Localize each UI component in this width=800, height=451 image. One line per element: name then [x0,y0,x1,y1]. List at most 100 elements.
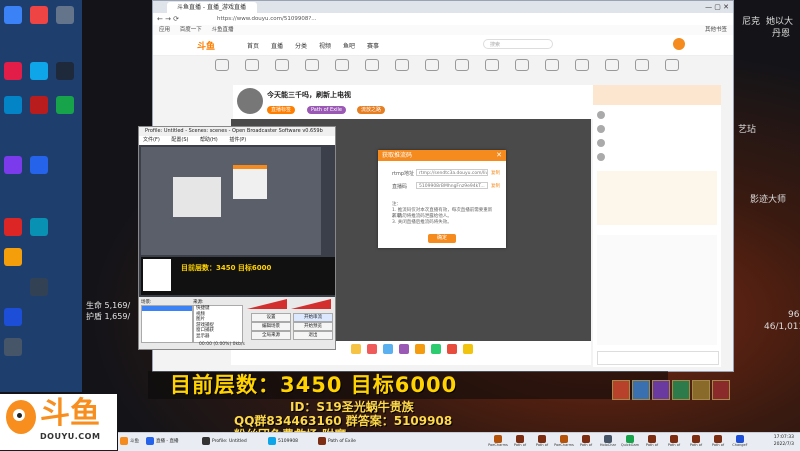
taskbar-app[interactable]: Path of [510,434,530,450]
site-logo[interactable]: 斗鱼 [197,39,215,52]
copy-rtmp-button[interactable]: 复制 [491,170,500,176]
taskbar-app[interactable]: Path of [664,434,684,450]
desktop-icon[interactable] [4,338,22,356]
desktop-icon[interactable] [4,62,22,80]
obs-menubar: 文件(F) 配置(S) 帮助(H) 插件(P) [139,136,335,145]
taskbar-item[interactable]: Path of Exile [318,435,356,449]
rtmp-field[interactable]: rtmp://sendtc3a.douyu.com/live [416,169,488,176]
desktop-icon[interactable] [4,218,22,236]
taskbar-app[interactable]: Path of [532,434,552,450]
edit-scene-button[interactable]: 编辑场景 [251,322,291,331]
desktop-icon[interactable] [30,6,48,24]
desktop-icon[interactable] [30,218,48,236]
sources-list[interactable]: 快捷键 视频 图片 游戏捕捉 窗口捕获 显示器 [193,305,243,343]
gift-icon[interactable] [399,344,409,354]
code-field[interactable]: 5109908rBMhngFnz9e94kT... [416,182,488,189]
stream-tag[interactable]: Path of Exile [307,106,346,114]
obs-menu-item[interactable]: 插件(P) [229,137,246,143]
desktop-icon[interactable] [56,6,74,24]
taskbar-app[interactable]: PoeCharms [488,434,508,450]
url-text[interactable]: https://www.douyu.com/5109908?... [217,15,437,23]
gift-icon[interactable] [351,344,361,354]
bookmark-item[interactable]: 其他书签 [705,25,727,35]
info-line: ID：S19圣光蜗牛贵族 [290,400,414,414]
scenes-list[interactable] [141,305,193,343]
window-controls[interactable]: — ▢ ✕ [705,2,729,12]
preview-overlay-strip: 目前层数：3450 目标6000 [141,257,335,295]
taskbar-item[interactable]: 斗鱼 [120,435,139,449]
taskbar-app[interactable]: HoloChar [598,434,618,450]
desktop-icon[interactable] [4,156,22,174]
rank-row [597,151,717,163]
avatar[interactable] [673,38,685,50]
taskbar-app[interactable]: Path of [708,434,728,450]
desktop-icon[interactable] [4,6,22,24]
desktop-icon[interactable] [30,278,48,296]
browser-tab[interactable]: 斗鱼直播 - 直播_游戏直播 [167,2,257,13]
rank-row [597,137,717,149]
start-preview-button[interactable]: 开始预览 [293,322,333,331]
desktop-icon[interactable] [4,248,22,266]
obs-menu-item[interactable]: 文件(F) [143,137,160,143]
nav-item[interactable]: 分类 [295,41,307,50]
bookmark-item[interactable]: 应用 [159,27,170,33]
bookmark-item[interactable]: 百度一下 [180,27,202,33]
taskbar-app[interactable]: PoeCharms [554,434,574,450]
taskbar: 斗鱼 直播 - 直播 Profile: Untitled 5109908 Pat… [118,432,800,451]
exit-button[interactable]: 退出 [293,331,333,340]
desktop-icon[interactable] [30,156,48,174]
chat-stream [597,235,717,345]
gift-icon[interactable] [383,344,393,354]
taskbar-clock[interactable]: 17:07:33 2022/7/3 [774,434,794,448]
gift-icon[interactable] [367,344,377,354]
desktop-icon[interactable] [30,62,48,80]
source-item[interactable]: 显示器 [194,334,242,340]
preview-douyu-logo [143,259,171,291]
desktop-icon[interactable] [30,96,48,114]
gift-icon[interactable] [447,344,457,354]
taskbar-item[interactable]: 5109908 [268,435,298,449]
taskbar-app[interactable]: ChangeF [730,434,750,450]
stream-tag[interactable]: 直播标签 [267,106,296,114]
taskbar-item[interactable]: Profile: Untitled [202,435,247,449]
taskbar-app[interactable]: Path of [576,434,596,450]
nav-item[interactable]: 视频 [319,41,331,50]
stream-tag[interactable]: 流放之路 [357,106,386,114]
nav-item[interactable]: 首页 [247,41,259,50]
preview-dialog [233,165,267,199]
nav-item[interactable]: 赛事 [367,41,379,50]
desktop-icon[interactable] [4,308,22,326]
global-sources-button[interactable]: 全局来源 [251,331,291,340]
obs-menu-item[interactable]: 配置(S) [171,137,188,143]
taskbar-app[interactable]: QuickGam [620,434,640,450]
gift-icon[interactable] [463,344,473,354]
search-input[interactable]: 搜索 [483,39,553,49]
obs-menu-item[interactable]: 帮助(H) [200,137,218,143]
taskbar-apps: PoeCharms Path of Path of PoeCharms Path… [488,434,768,450]
close-icon[interactable]: ✕ [496,150,502,161]
gift-icon[interactable] [415,344,425,354]
gift-icon[interactable] [431,344,441,354]
push-code-dialog: 获取推流码 ✕ rtmp地址 rtmp://sendtc3a.douyu.com… [378,150,506,248]
taskbar-app[interactable]: Path of [642,434,662,450]
chat-input[interactable] [597,351,719,365]
desktop-icon[interactable] [4,96,22,114]
taskbar-app[interactable]: Path of [686,434,706,450]
obs-window: Profile: Untitled - Scenes: scenes - Ope… [138,126,336,350]
desktop-icon[interactable] [56,62,74,80]
streamer-avatar[interactable] [237,88,263,114]
skill-slot [612,380,630,400]
mic-volume-meter[interactable] [291,299,331,309]
nav-arrows-icon[interactable]: ← → ⟳ [157,14,179,24]
taskbar-item[interactable]: 直播 - 直播 [146,435,178,449]
start-stream-button[interactable]: 开始串流 [293,313,333,322]
settings-button[interactable]: 设置 [251,313,291,322]
floor-banner: 目前层数：3450 目标6000 [148,371,668,399]
nav-item[interactable]: 鱼吧 [343,41,355,50]
nav-item[interactable]: 直播 [271,41,283,50]
copy-code-button[interactable]: 复制 [491,183,500,189]
ok-button[interactable]: 确定 [428,234,456,243]
bookmark-item[interactable]: 斗鱼直播 [212,27,234,33]
desktop-icon[interactable] [56,96,74,114]
desktop-volume-meter[interactable] [247,299,287,309]
